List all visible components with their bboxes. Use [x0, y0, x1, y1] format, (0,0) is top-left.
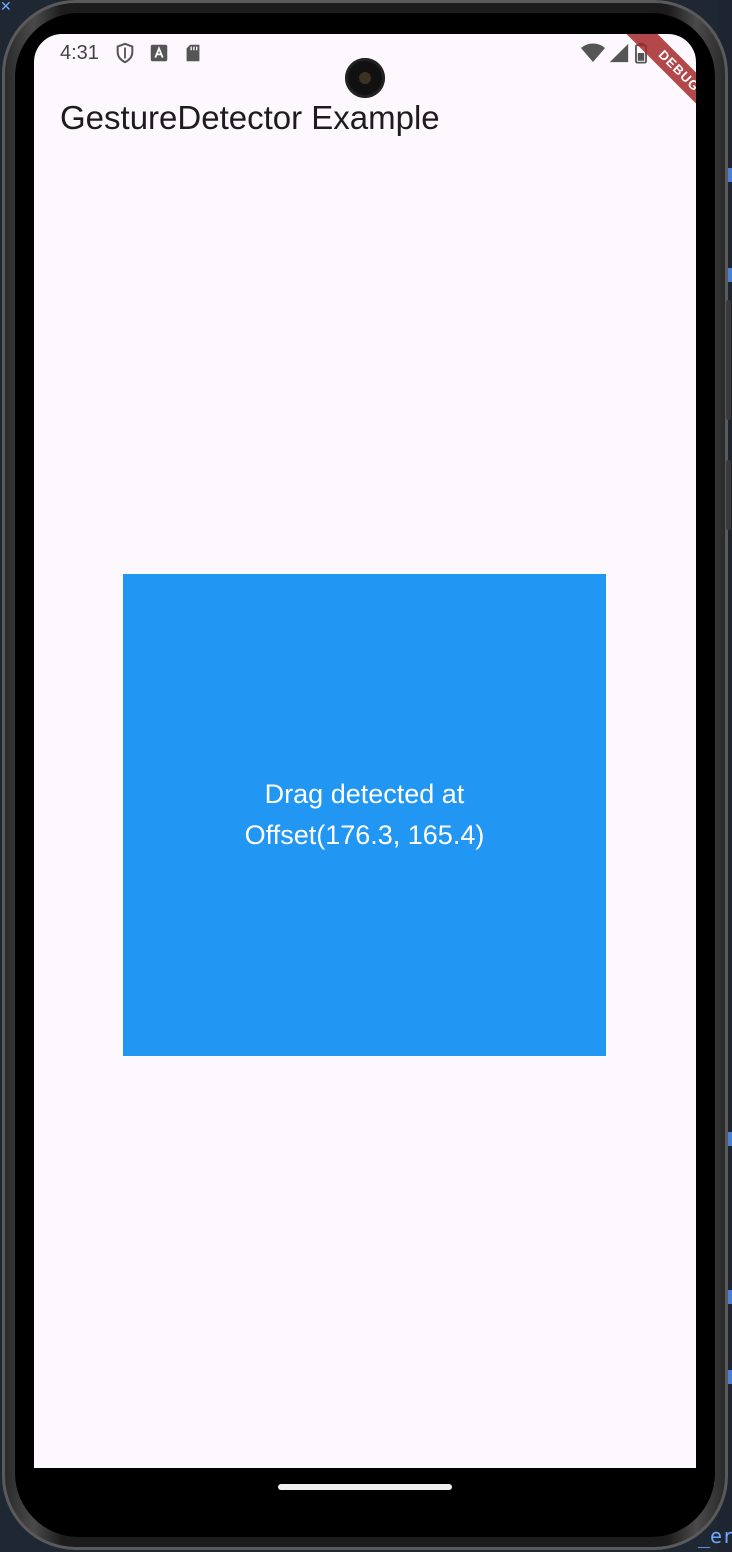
- ide-gutter-mark: [728, 1370, 732, 1384]
- power-button: [726, 460, 731, 530]
- volume-button: [726, 300, 731, 420]
- home-indicator[interactable]: [278, 1484, 452, 1490]
- text-a-icon: [150, 44, 168, 62]
- navigation-bar: [34, 1468, 696, 1504]
- ide-gutter-mark: [728, 168, 732, 182]
- ide-gutter-mark: [728, 268, 732, 282]
- phone-screen: 4:31 DEBUG GestureDetector Example Drag …: [34, 34, 696, 1468]
- status-time: 4:31: [60, 42, 99, 64]
- page-title: GestureDetector Example: [60, 99, 440, 136]
- gesture-detector-box[interactable]: Drag detected at Offset(176.3, 165.4): [123, 574, 606, 1056]
- ide-close-glyph: ✕: [0, 0, 12, 14]
- ide-gutter-mark: [728, 1132, 732, 1146]
- sd-card-icon: [186, 44, 200, 62]
- debug-banner: DEBUG: [586, 34, 696, 144]
- shield-icon: [116, 42, 134, 64]
- drag-status-text: Drag detected at Offset(176.3, 165.4): [244, 779, 485, 850]
- front-camera: [345, 58, 385, 98]
- ide-gutter-mark: [728, 1290, 732, 1304]
- debug-banner-label: DEBUG: [618, 34, 696, 132]
